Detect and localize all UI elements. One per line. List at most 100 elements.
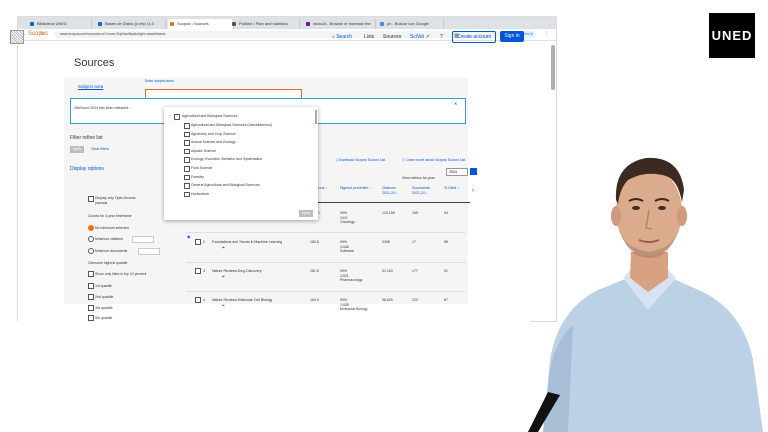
tab-label: Scopus • Sources (177, 21, 209, 26)
quartile-label: 4th quartile (95, 316, 113, 320)
tab-biblioteca[interactable]: Biblioteca UNED (28, 19, 92, 29)
source-title-link[interactable]: Foundations and Trends in Machine Learni… (212, 240, 282, 245)
cell-percentile: 99% 1/408 Molecular Biology (340, 298, 368, 312)
year-select[interactable]: 2024 (446, 168, 468, 176)
cell-percentile: 99% 1/321 Pharmacology (340, 269, 363, 283)
subject-checkbox[interactable] (184, 140, 190, 146)
url-field[interactable]: www.scopus.com/sources.uri?zone=TopNavBa… (54, 31, 500, 38)
page-bottom-mask (0, 321, 530, 432)
radio-min-citations[interactable] (88, 236, 94, 242)
subject-checkbox[interactable] (184, 183, 190, 189)
min-documents-input[interactable] (138, 248, 160, 255)
page-scrollbar[interactable] (551, 45, 555, 90)
help-icon[interactable]: ? (440, 34, 443, 40)
menu-icon[interactable]: ⋮ (544, 31, 549, 37)
tab-scopus[interactable]: Scopus • Sources (168, 19, 234, 29)
banner-text: CiteScore 2024 has been released... (74, 106, 131, 110)
sign-in-button[interactable]: Sign in (500, 31, 524, 42)
cell-citations: 3458 (382, 240, 390, 244)
subject-checkbox[interactable] (184, 131, 190, 138)
presenter-eye (632, 206, 640, 210)
row-checkbox[interactable] (195, 239, 201, 245)
learn-more-label: Learn more about Scopus Source List (406, 158, 466, 162)
cell-documents: 17 (412, 240, 416, 244)
subject-area-tab[interactable]: Subject area (78, 84, 103, 89)
quartile-label: Citescore highest quartile (88, 261, 128, 265)
elsevier-logo-icon[interactable] (10, 30, 24, 44)
col-documents[interactable]: Documents 2021-24 ↓ (412, 186, 434, 196)
source-title-link[interactable]: Nature Reviews Drug Discovery (212, 269, 262, 274)
min-citations-input[interactable] (132, 236, 154, 243)
quartile-2-checkbox[interactable] (88, 294, 94, 300)
create-account-button[interactable]: Create account (452, 31, 496, 43)
learn-more-link[interactable]: ⓘ Learn more about Scopus Source List (402, 158, 465, 163)
subject-checkbox[interactable] (184, 123, 190, 129)
presenter-eye (658, 206, 666, 210)
dropdown-apply-button[interactable]: Apply (299, 210, 313, 217)
col-citations[interactable]: Citations 2021-24 ↓ (382, 186, 402, 196)
favicon-icon (98, 22, 102, 26)
download-source-list-link[interactable]: ⤓ Download Scopus Source List (336, 158, 385, 162)
tab-google[interactable]: jcr - Buscar con Google (378, 19, 444, 29)
eye-icon[interactable]: ◉ (187, 234, 191, 239)
subject-checkbox[interactable] (184, 166, 190, 172)
subject-checkbox[interactable] (184, 148, 190, 155)
collapse-icon[interactable]: ⌃ (168, 114, 171, 119)
cell-documents: 165 (412, 211, 418, 215)
row-checkbox[interactable] (195, 268, 201, 274)
radio-min-documents[interactable] (88, 248, 94, 254)
cell-cited: 94 (444, 211, 448, 215)
radio-label: No minimum selected (95, 226, 129, 230)
cell-citescore: 181.8 (310, 269, 319, 273)
cell-citescore: 182.8 (310, 240, 319, 244)
row-num: 1 (318, 211, 320, 215)
lists-link[interactable]: Lists (364, 34, 374, 40)
col-cited[interactable]: % Cited ↓ (444, 186, 459, 191)
cell-percentile: 99% 1/446 Software (340, 240, 354, 254)
group-checkbox[interactable] (174, 114, 180, 120)
col-citescore[interactable]: core ↓ (318, 186, 328, 191)
close-icon[interactable]: ✕ (454, 101, 457, 106)
cell-citations: 120,165 (382, 211, 395, 215)
quote-icon: ❝ (222, 246, 225, 252)
favicon-icon (380, 22, 384, 26)
top10-checkbox[interactable] (88, 271, 94, 277)
subject-checkbox[interactable] (184, 191, 190, 198)
quartile-1-checkbox[interactable] (88, 283, 94, 289)
cell-cited: 91 (444, 269, 448, 273)
tab-bar: Biblioteca UNED Bases de Datos (jr-intp … (18, 17, 556, 29)
scopus-logo[interactable]: Scopus (28, 31, 48, 37)
uned-logo: UNED (709, 13, 755, 58)
top10-label: Show only titles in top 10 percent (95, 272, 147, 276)
tab-label: Biblioteca UNED (37, 21, 67, 26)
tab-bases-datos[interactable]: Bases de Datos (jr-intp 1)-0 (96, 19, 166, 29)
quote-icon: ❝ (222, 275, 225, 281)
tab-label: Bases de Datos (jr-intp 1)-0 (105, 21, 154, 26)
row-checkbox[interactable] (195, 297, 201, 303)
search-link[interactable]: ⌕ Search (332, 34, 352, 40)
open-access-checkbox[interactable] (88, 196, 94, 202)
scival-link[interactable]: SciVal ↗ (410, 34, 429, 40)
tab-inicio[interactable]: Inicio/A - Browse or Increase the (304, 19, 376, 29)
tab-publish[interactable]: Publish • Plan and statistics (230, 19, 300, 29)
subject-option-label: Aquatic Science (191, 148, 217, 153)
cell-cited: 87 (444, 298, 448, 302)
apply-filters-button[interactable]: Apply (70, 146, 84, 153)
presenter-ear (677, 206, 687, 226)
year-go-button[interactable] (470, 168, 477, 175)
dropdown-scrollbar[interactable] (315, 110, 317, 124)
radio-no-minimum[interactable] (88, 225, 94, 231)
subject-checkbox[interactable] (184, 157, 190, 163)
subject-checkbox[interactable] (184, 174, 190, 181)
quartile-3-checkbox[interactable] (88, 305, 94, 311)
col-percentile[interactable]: Highest percentile ↓ (340, 186, 376, 191)
cell-citations: 31,163 (382, 269, 393, 273)
subject-option-label: Animal Science and Zoology (191, 140, 236, 145)
clear-filters-link[interactable]: Clear filters (91, 147, 109, 151)
scroll-right-icon[interactable]: › (472, 188, 474, 194)
sources-link[interactable]: Sources (383, 34, 401, 40)
radio-label: Minimum citations (95, 237, 124, 241)
source-title-link[interactable]: Nature Reviews Molecular Cell Biology (212, 298, 272, 303)
row-num: 3 (203, 269, 205, 273)
row-num: 4 (203, 298, 205, 302)
